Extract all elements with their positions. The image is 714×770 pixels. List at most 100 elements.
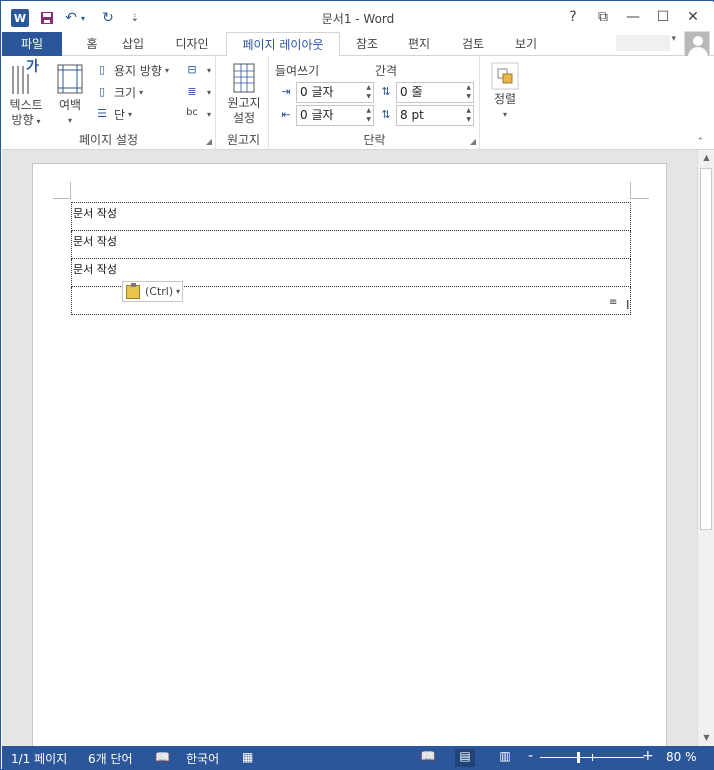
zoom-in-button[interactable]: + [642, 748, 654, 764]
page[interactable]: 문서 작성 문서 작성 문서 작성 (Ctrl) ▾ ≡ I [32, 163, 667, 763]
crop-mark-tl-v [70, 182, 71, 199]
text-direction-label-2: 방향 [11, 113, 34, 127]
text-direction-label-2-row: 방향 ▾ [7, 113, 45, 129]
crop-mark-tr-v [630, 182, 631, 199]
web-layout-icon[interactable]: ▥ [495, 749, 515, 767]
manuscript-label-2: 설정 [232, 111, 256, 125]
margins-svg [57, 64, 83, 94]
collapse-ribbon-icon[interactable]: ⌃ [696, 137, 704, 147]
maximize-button[interactable]: ☐ [648, 6, 678, 28]
manuscript-group: 원고지 설정 원고지 [219, 56, 269, 150]
dialog-launcher-icon[interactable]: ◢ [470, 137, 476, 146]
tab-view[interactable]: 보기 [505, 32, 547, 56]
spinner-arrows-icon[interactable]: ▲ ▼ [366, 106, 371, 124]
page-setup-group: 가 텍스트 방향 ▾ 여백 ▾ ▯ 용지 방향 ▾ ▯ 크기 ▾ ☰ 단 ▾ ⊟ ▾ ≣ ▾ bc… [2, 56, 216, 150]
macro-icon[interactable]: ▦ [242, 750, 253, 764]
columns-button[interactable]: ☰ 단 ▾ [94, 104, 132, 124]
chevron-down-icon: ▾ [164, 65, 169, 75]
manuscript-settings-button[interactable]: 원고지 설정 [223, 60, 265, 126]
zoom-out-button[interactable]: - [528, 748, 533, 764]
chevron-down-icon: ▾ [176, 287, 181, 296]
breaks-button[interactable]: ⊟ ▾ [184, 60, 211, 80]
spinner-arrows-icon[interactable]: ▲ ▼ [466, 106, 471, 124]
indent-header: 들여쓰기 [275, 64, 320, 78]
tab-insert[interactable]: 삽입 [112, 32, 154, 56]
hyphenation-button[interactable]: bc ▾ [184, 104, 211, 124]
paragraph-group: 들여쓰기 간격 ⇥ 0 글자 ▲ ▼ ⇤ 0 글자 ▲ ▼ ⇅ 0 줄 ▲ ▼ ⇅ 8 pt… [270, 56, 480, 150]
margins-button[interactable]: 여백 ▾ [52, 60, 88, 128]
tab-mailings[interactable]: 편지 [398, 32, 440, 56]
spacing-header: 간격 [375, 64, 398, 78]
print-layout-icon[interactable]: ▤ [455, 749, 475, 767]
size-icon: ▯ [98, 85, 106, 98]
dialog-launcher-icon[interactable]: ◢ [206, 137, 212, 146]
spinner-arrows-icon[interactable]: ▲ ▼ [366, 83, 371, 101]
hyphenation-icon: bc [186, 107, 198, 118]
zoom-level[interactable]: 80 % [666, 750, 697, 764]
tab-design[interactable]: 디자인 [162, 32, 222, 56]
chevron-down-icon: ▾ [128, 109, 133, 119]
text-direction-button[interactable]: 가 텍스트 방향 ▾ [7, 60, 45, 129]
chevron-down-icon: ▾ [139, 87, 144, 97]
title-bar: W ↶ ▾ ↻ ⇣ 문서1 - Word ? ⧉ — ☐ ✕ [2, 2, 714, 32]
ribbon-tabs: 파일 홈 삽입 디자인 페이지 레이아웃 참조 편지 검토 보기 ▾ [2, 31, 714, 57]
close-button[interactable]: ✕ [678, 6, 708, 28]
indent-left-icon: ⇥ [281, 85, 291, 98]
orientation-button[interactable]: ▯ 용지 방향 ▾ [94, 60, 169, 80]
table-row: 문서 작성 [71, 230, 631, 259]
size-button[interactable]: ▯ 크기 ▾ [94, 82, 143, 102]
page-count[interactable]: 1/1 페이지 [11, 750, 67, 767]
text-direction-label-1: 텍스트 [9, 98, 43, 112]
end-of-row-mark-icon: ≡ [609, 297, 618, 308]
clipboard-icon [126, 282, 140, 299]
table-cell[interactable]: 문서 작성 [71, 202, 631, 231]
breaks-icon: ⊟ [187, 63, 197, 76]
zoom-slider-thumb[interactable] [577, 752, 580, 763]
page-setup-group-label: 페이지 설정 [78, 133, 138, 147]
chevron-down-icon: ▾ [207, 109, 212, 119]
arrange-button[interactable]: 정렬 ▾ [486, 60, 524, 122]
scroll-down-icon[interactable]: ▼ [698, 730, 714, 746]
indent-left-input[interactable]: 0 글자 ▲ ▼ [296, 82, 374, 103]
avatar[interactable] [684, 31, 710, 57]
spinner-arrows-icon[interactable]: ▲ ▼ [466, 83, 471, 101]
tab-file[interactable]: 파일 [2, 32, 62, 56]
read-mode-icon[interactable]: 📖 [418, 749, 438, 767]
ribbon-display-button[interactable]: ⧉ [588, 6, 618, 28]
word-count[interactable]: 6개 단어 [88, 750, 133, 767]
margins-label: 여백 [58, 98, 82, 112]
scroll-up-icon[interactable]: ▲ [698, 150, 714, 166]
tab-review[interactable]: 검토 [452, 32, 494, 56]
user-name[interactable] [616, 35, 670, 51]
margins-icon [52, 60, 88, 98]
vertical-scrollbar[interactable]: ▲ ▼ [697, 150, 714, 746]
tab-home[interactable]: 홈 [72, 32, 112, 56]
scroll-thumb[interactable] [700, 168, 712, 530]
size-label: 크기 [114, 85, 137, 100]
arrange-group: 정렬 ▾ [482, 56, 528, 150]
help-button[interactable]: ? [558, 6, 588, 28]
tab-page-layout[interactable]: 페이지 레이아웃 [226, 32, 340, 57]
chevron-down-icon: ▾ [67, 116, 72, 125]
spacing-before-input[interactable]: 0 줄 ▲ ▼ [396, 82, 474, 103]
manuscript-label-1: 원고지 [227, 96, 261, 110]
indent-right-value: 0 글자 [300, 108, 334, 122]
proofing-icon[interactable]: 📖 [155, 750, 170, 764]
text-cursor-icon: I [626, 298, 630, 312]
minimize-button[interactable]: — [618, 6, 648, 28]
columns-icon: ☰ [97, 107, 107, 120]
line-numbers-button[interactable]: ≣ ▾ [184, 82, 211, 102]
spacing-after-icon: ⇅ [381, 108, 391, 121]
paste-options-button[interactable]: (Ctrl) ▾ [122, 281, 183, 302]
user-dropdown-icon[interactable]: ▾ [671, 34, 676, 44]
table-cell[interactable]: 문서 작성 [71, 230, 631, 259]
status-bar: 1/1 페이지 6개 단어 📖 한국어 ▦ 📖 ▤ ▥ - + 80 % [2, 746, 714, 770]
spacing-after-value: 8 pt [400, 108, 424, 122]
indent-left-value: 0 글자 [300, 85, 334, 99]
language[interactable]: 한국어 [186, 750, 219, 767]
arrange-label: 정렬 [493, 92, 517, 106]
indent-right-input[interactable]: 0 글자 ▲ ▼ [296, 105, 374, 126]
paste-options-label: (Ctrl) [145, 285, 174, 298]
tab-references[interactable]: 참조 [346, 32, 388, 56]
spacing-after-input[interactable]: 8 pt ▲ ▼ [396, 105, 474, 126]
